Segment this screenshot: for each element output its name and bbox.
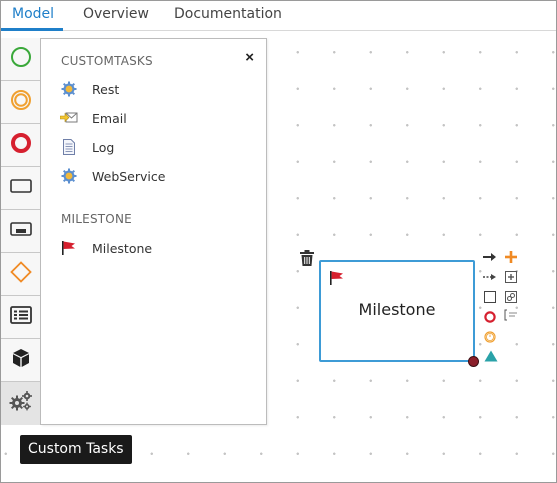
cube-icon xyxy=(11,348,31,373)
milestone-node[interactable]: Milestone xyxy=(319,260,475,362)
sequence-flow-arrow-icon[interactable] xyxy=(483,251,497,263)
palette-custom-tasks[interactable] xyxy=(1,382,40,425)
red-flag-icon xyxy=(329,270,345,291)
popover-item-log[interactable]: Log xyxy=(59,137,114,157)
tab-overview[interactable]: Overview xyxy=(83,6,149,22)
collapsed-subprocess-icon xyxy=(9,221,32,242)
orange-double-circle-icon xyxy=(10,89,32,116)
document-icon xyxy=(59,137,79,157)
popover-item-webservice[interactable]: WebService xyxy=(59,166,165,186)
section-title-customtasks: CUSTOMTASKS xyxy=(61,54,153,68)
close-icon[interactable]: × xyxy=(245,50,254,65)
tooltip: Custom Tasks xyxy=(20,435,132,464)
milestone-node-label: Milestone xyxy=(358,300,436,319)
popover-item-label: Email xyxy=(92,110,127,126)
link-icon[interactable] xyxy=(504,290,518,304)
active-tab-indicator xyxy=(1,28,63,31)
gear-sun-icon xyxy=(59,79,79,99)
tab-bar: Model Overview Documentation xyxy=(1,1,556,31)
editor-frame: Model Overview Documentation Milestone ×… xyxy=(0,0,557,483)
timer-event-icon[interactable] xyxy=(483,330,497,344)
popover-item-milestone[interactable]: Milestone xyxy=(59,238,152,258)
palette-end-event[interactable] xyxy=(1,124,40,167)
red-flag-icon xyxy=(59,238,79,258)
popover-item-label: Log xyxy=(92,139,115,155)
change-type-icon[interactable] xyxy=(483,290,497,304)
palette-task[interactable] xyxy=(1,167,40,210)
tab-documentation[interactable]: Documentation xyxy=(174,6,282,22)
add-icon[interactable] xyxy=(504,250,518,264)
popover-item-rest[interactable]: Rest xyxy=(59,79,119,99)
palette-gateway[interactable] xyxy=(1,253,40,296)
popover-item-label: WebService xyxy=(92,168,166,184)
rectangle-icon xyxy=(9,178,32,199)
end-event-icon[interactable] xyxy=(483,310,497,324)
association-arrow-icon[interactable] xyxy=(483,271,497,283)
palette-subprocess[interactable] xyxy=(1,210,40,253)
custom-tasks-popover: × CUSTOMTASKS Rest Email Log WebService … xyxy=(41,38,267,425)
red-thick-circle-icon xyxy=(10,132,32,159)
element-palette xyxy=(1,38,41,425)
palette-data-object[interactable] xyxy=(1,296,40,339)
green-circle-icon xyxy=(10,46,32,73)
gears-icon xyxy=(9,390,33,417)
list-card-icon xyxy=(9,305,32,329)
boundary-attach-handle[interactable] xyxy=(468,356,479,367)
email-arrow-icon xyxy=(59,108,79,128)
section-title-milestone: MILESTONE xyxy=(61,212,132,226)
tab-model[interactable]: Model xyxy=(12,6,54,22)
palette-artifact[interactable] xyxy=(1,339,40,382)
popover-item-label: Milestone xyxy=(92,240,153,256)
triangle-icon[interactable] xyxy=(483,349,499,363)
append-task-icon[interactable] xyxy=(504,270,518,284)
orange-diamond-icon xyxy=(9,260,32,288)
popover-item-label: Rest xyxy=(92,81,120,97)
palette-start-event[interactable] xyxy=(1,38,40,81)
popover-item-email[interactable]: Email xyxy=(59,108,127,128)
gear-sun-icon xyxy=(59,166,79,186)
palette-intermediate-event[interactable] xyxy=(1,81,40,124)
text-annotation-icon[interactable] xyxy=(504,308,518,322)
trash-icon[interactable] xyxy=(300,250,314,271)
